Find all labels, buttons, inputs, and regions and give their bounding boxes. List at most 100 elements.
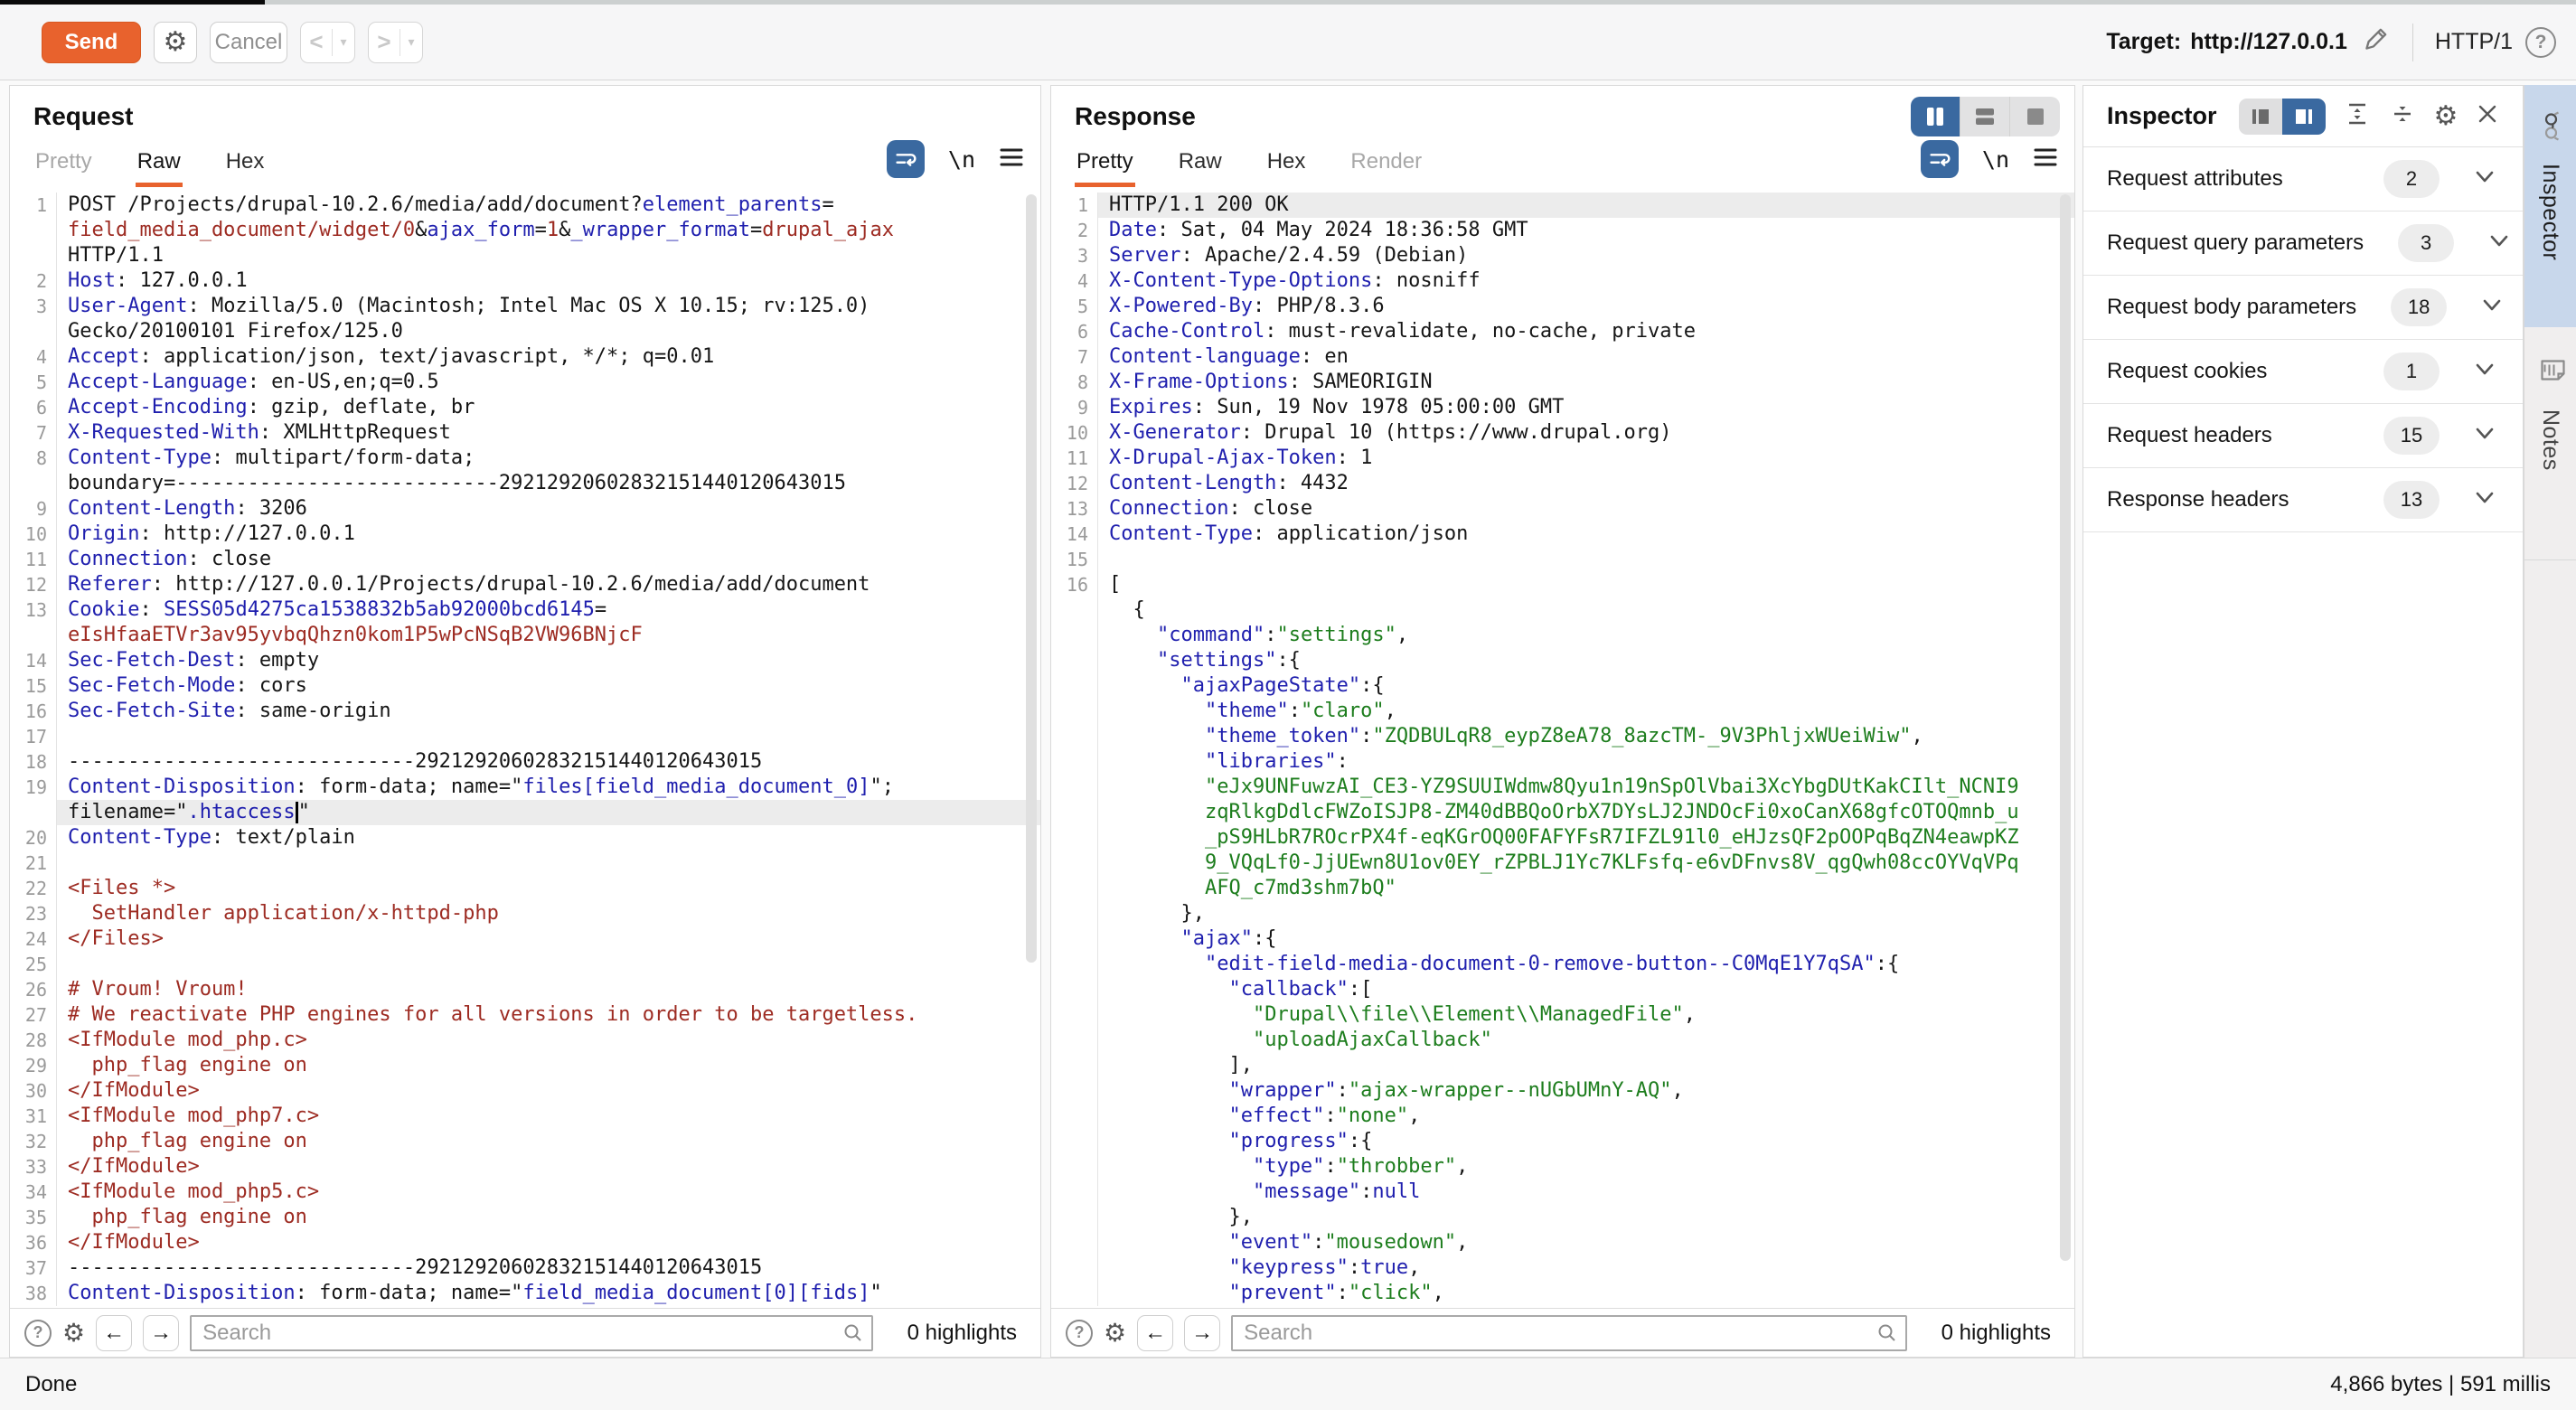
editor-line[interactable]: }, [1051, 901, 2074, 926]
inspector-section-response-headers[interactable]: Response headers13 [2083, 468, 2523, 532]
inspector-section-request-query-parameters[interactable]: Request query parameters3 [2083, 212, 2523, 276]
editor-line[interactable]: 1POST /Projects/drupal-10.2.6/media/add/… [10, 193, 1040, 218]
editor-line[interactable]: 32 php_flag engine on [10, 1129, 1040, 1154]
editor-line[interactable]: 4Accept: application/json, text/javascri… [10, 344, 1040, 370]
editor-line[interactable]: 24</Files> [10, 926, 1040, 952]
editor-line[interactable]: "effect":"none", [1051, 1104, 2074, 1129]
inspector-dock-right-button[interactable] [2282, 99, 2326, 135]
editor-line[interactable]: 33</IfModule> [10, 1154, 1040, 1180]
show-newlines-toggle[interactable]: \n [1982, 146, 2009, 173]
editor-line[interactable]: "edit-field-media-document-0-remove-butt… [1051, 952, 2074, 977]
editor-line[interactable]: 3Server: Apache/2.4.59 (Debian) [1051, 243, 2074, 268]
tab-raw[interactable]: Raw [1177, 149, 1224, 187]
editor-line[interactable]: 25 [10, 952, 1040, 977]
editor-line[interactable]: 34<IfModule mod_php5.c> [10, 1180, 1040, 1205]
editor-line[interactable]: 11X-Drupal-Ajax-Token: 1 [1051, 446, 2074, 471]
editor-menu-button[interactable] [999, 146, 1024, 173]
search-help-icon[interactable]: ? [24, 1320, 52, 1347]
editor-line[interactable]: }, [1051, 1205, 2074, 1230]
editor-line[interactable]: 35 php_flag engine on [10, 1205, 1040, 1230]
show-newlines-toggle[interactable]: \n [948, 146, 975, 173]
inspector-section-request-attributes[interactable]: Request attributes2 [2083, 147, 2523, 212]
editor-menu-button[interactable] [2033, 146, 2058, 173]
editor-line[interactable]: 2Date: Sat, 04 May 2024 18:36:58 GMT [1051, 218, 2074, 243]
editor-line[interactable]: 10X-Generator: Drupal 10 (https://www.dr… [1051, 420, 2074, 446]
editor-line[interactable]: 1HTTP/1.1 200 OK [1051, 193, 2074, 218]
editor-line[interactable]: "type":"throbber", [1051, 1154, 2074, 1180]
editor-line[interactable]: "wrapper":"ajax-wrapper--nUGbUMnY-AQ", [1051, 1078, 2074, 1104]
editor-line[interactable]: 19Content-Disposition: form-data; name="… [10, 775, 1040, 800]
response-scrollbar[interactable] [2060, 194, 2071, 1261]
search-next-button[interactable]: → [143, 1315, 179, 1351]
editor-line[interactable]: 8Content-Type: multipart/form-data; [10, 446, 1040, 471]
editor-line[interactable]: field_media_document/widget/0&ajax_form=… [10, 218, 1040, 243]
tab-hex[interactable]: Hex [224, 149, 267, 187]
editor-line[interactable]: 16Sec-Fetch-Site: same-origin [10, 699, 1040, 724]
edit-target-button[interactable] [2360, 24, 2391, 60]
request-editor[interactable]: 1POST /Projects/drupal-10.2.6/media/add/… [10, 187, 1040, 1308]
side-tab-notes[interactable]: Notes [2524, 327, 2576, 560]
search-settings-icon[interactable]: ⚙ [1104, 1321, 1126, 1346]
request-search-input[interactable] [190, 1315, 872, 1351]
search-prev-button[interactable]: ← [1137, 1315, 1173, 1351]
layout-rows-button[interactable] [1960, 97, 2010, 136]
collapse-all-button[interactable] [2389, 100, 2416, 132]
editor-line[interactable]: zqRlkgDdlcFWZoISJP8-ZM40dBBQoOrbX7DYsLJ2… [1051, 800, 2074, 825]
editor-line[interactable]: "settings":{ [1051, 648, 2074, 673]
editor-line[interactable]: 5X-Powered-By: PHP/8.3.6 [1051, 294, 2074, 319]
editor-line[interactable]: 30</IfModule> [10, 1078, 1040, 1104]
editor-line[interactable]: 37-----------------------------292129206… [10, 1255, 1040, 1281]
editor-line[interactable]: "command":"settings", [1051, 623, 2074, 648]
editor-line[interactable]: 27# We reactivate PHP engines for all ve… [10, 1002, 1040, 1028]
editor-line[interactable]: eIsHfaaETVr3av95yvbqQhzn0kom1P5wPcNSqB2V… [10, 623, 1040, 648]
dropdown-arrow-icon[interactable]: ▾ [400, 34, 422, 50]
word-wrap-toggle[interactable] [887, 140, 925, 178]
side-tab-inspector[interactable]: Inspector [2524, 85, 2576, 327]
response-search-input[interactable] [1231, 1315, 1906, 1351]
editor-line[interactable]: 6Accept-Encoding: gzip, deflate, br [10, 395, 1040, 420]
back-history-button[interactable]: < ▾ [300, 22, 355, 63]
inspector-section-request-headers[interactable]: Request headers15 [2083, 404, 2523, 468]
editor-line[interactable]: 4X-Content-Type-Options: nosniff [1051, 268, 2074, 294]
editor-line[interactable]: 15Sec-Fetch-Mode: cors [10, 673, 1040, 699]
editor-line[interactable]: 15 [1051, 547, 2074, 572]
response-editor[interactable]: 1HTTP/1.1 200 OK2Date: Sat, 04 May 2024 … [1051, 187, 2074, 1308]
word-wrap-toggle[interactable] [1921, 140, 1959, 178]
editor-line[interactable]: 12Referer: http://127.0.0.1/Projects/dru… [10, 572, 1040, 597]
search-prev-button[interactable]: ← [96, 1315, 132, 1351]
inspector-dock-left-button[interactable] [2239, 99, 2282, 135]
forward-history-button[interactable]: > ▾ [368, 22, 423, 63]
send-settings-button[interactable]: ⚙ [154, 22, 197, 63]
editor-line[interactable]: ], [1051, 1053, 2074, 1078]
editor-line[interactable]: 17 [10, 724, 1040, 749]
editor-line[interactable]: HTTP/1.1 [10, 243, 1040, 268]
editor-line[interactable]: 38Content-Disposition: form-data; name="… [10, 1281, 1040, 1306]
tab-pretty[interactable]: Pretty [33, 149, 94, 187]
tab-pretty[interactable]: Pretty [1075, 149, 1135, 187]
editor-line[interactable]: 9Content-Length: 3206 [10, 496, 1040, 522]
editor-line[interactable]: "prevent":"click", [1051, 1281, 2074, 1306]
search-settings-icon[interactable]: ⚙ [62, 1321, 85, 1346]
editor-line[interactable]: "uploadAjaxCallback" [1051, 1028, 2074, 1053]
inspector-settings-button[interactable]: ⚙ [2434, 103, 2458, 130]
inspector-section-request-cookies[interactable]: Request cookies1 [2083, 340, 2523, 404]
editor-line[interactable]: { [1051, 597, 2074, 623]
editor-line[interactable]: "theme":"claro", [1051, 699, 2074, 724]
editor-line[interactable]: "message":null [1051, 1180, 2074, 1205]
editor-line[interactable]: "libraries": [1051, 749, 2074, 775]
editor-line[interactable]: AFQ_c7md3shm7bQ" [1051, 876, 2074, 901]
editor-line[interactable]: 28<IfModule mod_php.c> [10, 1028, 1040, 1053]
editor-line[interactable]: 9_VQqLf0-JjUEwn8U1ov0EY_rZPBLJ1Yc7KLFsfq… [1051, 851, 2074, 876]
editor-line[interactable]: 6Cache-Control: must-revalidate, no-cach… [1051, 319, 2074, 344]
editor-line[interactable]: 18-----------------------------292129206… [10, 749, 1040, 775]
editor-line[interactable]: "ajax":{ [1051, 926, 2074, 952]
editor-line[interactable]: 14Sec-Fetch-Dest: empty [10, 648, 1040, 673]
editor-line[interactable]: "eJx9UNFuwzAI_CE3-YZ9SUUIWdmw8Qyu1n19nSp… [1051, 775, 2074, 800]
search-help-icon[interactable]: ? [1066, 1320, 1093, 1347]
editor-line[interactable]: "keypress":true, [1051, 1255, 2074, 1281]
tab-render[interactable]: Render [1349, 149, 1424, 187]
search-next-button[interactable]: → [1184, 1315, 1220, 1351]
editor-line[interactable]: 22<Files *> [10, 876, 1040, 901]
editor-line[interactable]: 10Origin: http://127.0.0.1 [10, 522, 1040, 547]
layout-single-button[interactable] [2010, 97, 2060, 136]
